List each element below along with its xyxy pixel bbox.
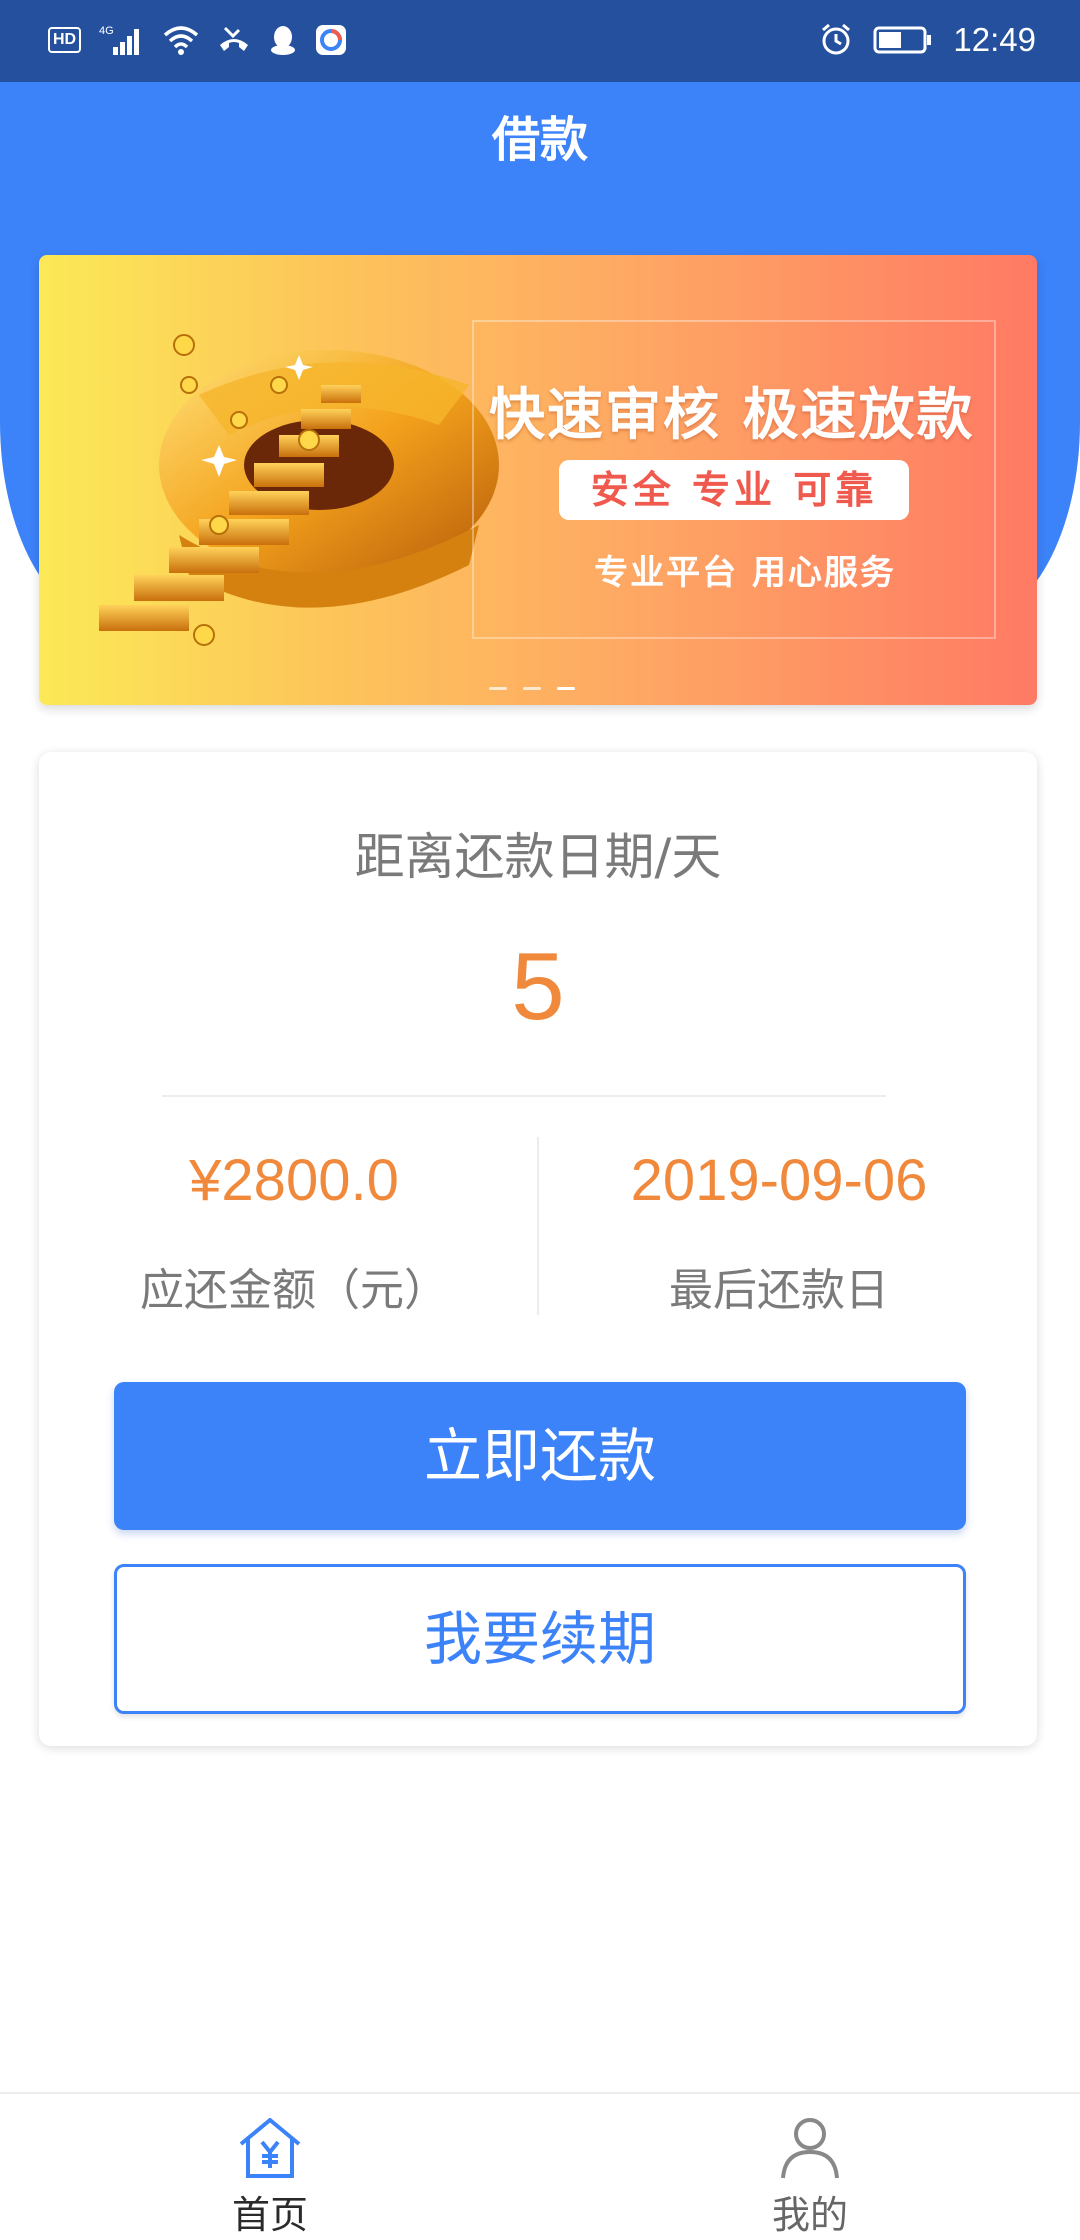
status-bar-left: HD 4G [48,20,347,60]
status-bar-right: 12:49 [819,18,1036,62]
app-screen: HD 4G 12:49 借款 快速审核 极速放款 安全 专业 可靠 专业平台 用… [0,0,1080,2240]
banner-dot-active[interactable] [557,687,575,690]
page-title: 借款 [491,112,588,168]
banner-headline: 快速审核 极速放款 [489,383,975,448]
repay-now-button[interactable]: 立即还款 [114,1382,966,1530]
battery-icon [873,25,933,55]
days-until-due-value: 5 [511,933,565,1040]
home-yen-icon [239,2118,301,2178]
banner-pagination[interactable] [489,687,575,690]
hd-badge: HD [48,27,82,53]
user-icon [781,2118,839,2179]
banner-subline: 专业平台 用心服务 [594,553,896,593]
status-bar: HD 4G 12:49 [0,0,1080,82]
wifi-icon [163,25,199,55]
missed-call-icon [217,25,251,55]
repayment-card: 距离还款日期/天 5 ¥2800.0 应还金额（元） 2019-09-06 最后… [39,752,1037,1746]
renew-loan-button[interactable]: 我要续期 [114,1564,966,1714]
nav-label-home: 首页 [231,2193,308,2237]
signal-4g-icon: 4G [99,23,145,57]
horizontal-divider [162,1095,886,1097]
svg-text:4G: 4G [99,25,114,37]
nav-item-home[interactable]: 首页 [170,2114,370,2239]
banner-pill: 安全 专业 可靠 [559,460,909,520]
due-date-caption: 最后还款日 [669,1265,889,1316]
nav-label-mine: 我的 [771,2193,848,2237]
banner-dot[interactable] [523,687,541,690]
amount-due-column: ¥2800.0 应还金额（元） [54,1147,534,1318]
dollar-stairs-illustration [99,334,499,646]
due-date-value: 2019-09-06 [630,1148,928,1213]
clock-time: 12:49 [953,21,1036,58]
days-until-due-label: 距离还款日期/天 [354,828,722,886]
app-notification-icon [315,24,347,56]
amount-due-value: ¥2800.0 [189,1148,399,1213]
bottom-navigation: 首页 我的 [0,2092,1080,2240]
amount-due-caption: 应还金额（元） [140,1265,448,1316]
promo-banner[interactable]: 快速审核 极速放款 安全 专业 可靠 专业平台 用心服务 [39,255,1037,705]
nav-item-mine[interactable]: 我的 [710,2114,910,2239]
qq-icon [269,24,297,56]
alarm-icon [819,23,853,57]
due-date-column: 2019-09-06 最后还款日 [539,1147,1019,1318]
banner-dot[interactable] [489,687,507,690]
